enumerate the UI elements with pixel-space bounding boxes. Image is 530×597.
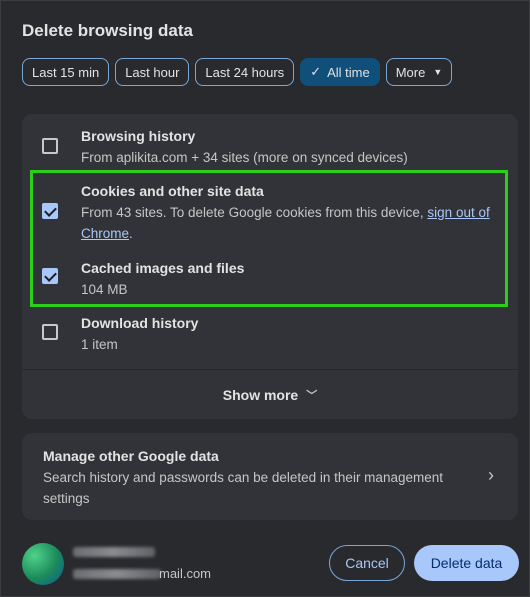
download-history-title: Download history — [81, 315, 199, 331]
check-icon: ✓ — [310, 64, 322, 79]
row-cookies[interactable]: Cookies and other site data From 43 site… — [22, 172, 518, 244]
cookies-subtitle: From 43 sites. To delete Google cookies … — [81, 205, 490, 241]
chevron-down-icon: ﹀ — [306, 389, 318, 402]
data-types-card: Browsing history From aplikita.com + 34 … — [22, 114, 518, 419]
browsing-history-title: Browsing history — [81, 128, 196, 144]
cancel-button[interactable]: Cancel — [329, 545, 405, 581]
manage-subtitle: Search history and passwords can be dele… — [43, 470, 443, 506]
delete-data-button[interactable]: Delete data — [414, 545, 519, 581]
chip-last-hour[interactable]: Last hour — [115, 58, 190, 86]
chip-last-24-hours[interactable]: Last 24 hours — [195, 58, 295, 86]
row-cached-images[interactable]: Cached images and files 104 MB — [22, 249, 518, 305]
row-browsing-history[interactable]: Browsing history From aplikita.com + 34 … — [22, 114, 518, 170]
checkbox-download-history[interactable] — [42, 324, 58, 340]
cached-images-title: Cached images and files — [81, 260, 245, 276]
checkbox-cookies[interactable] — [42, 203, 58, 219]
manage-google-data-row[interactable]: Manage other Google data Search history … — [22, 433, 518, 520]
manage-title: Manage other Google data — [43, 448, 219, 464]
account-name-redacted — [73, 547, 155, 557]
chip-all-time[interactable]: ✓ All time — [300, 58, 380, 86]
account-email-suffix: mail.com — [159, 566, 212, 581]
dialog-title: Delete browsing data — [22, 21, 193, 40]
caret-down-icon: ▼ — [433, 67, 443, 77]
checkbox-browsing-history[interactable] — [42, 138, 58, 154]
time-range-chips: Last 15 min Last hour Last 24 hours ✓ Al… — [22, 58, 453, 86]
browsing-history-subtitle: From aplikita.com + 34 sites (more on sy… — [81, 150, 408, 165]
show-more-button[interactable]: Show more ﹀ — [22, 370, 518, 419]
chip-last-15-min[interactable]: Last 15 min — [22, 58, 110, 86]
delete-browsing-data-dialog: Delete browsing data Last 15 min Last ho… — [0, 0, 530, 597]
chevron-right-icon: › — [488, 465, 494, 485]
download-history-subtitle: 1 item — [81, 337, 118, 352]
avatar — [22, 543, 64, 585]
chip-more-dropdown[interactable]: More ▼ — [385, 58, 453, 86]
account-email-redacted — [73, 569, 161, 579]
cached-images-subtitle: 104 MB — [81, 282, 128, 297]
checkbox-cached-images[interactable] — [42, 268, 58, 284]
cookies-title: Cookies and other site data — [81, 183, 264, 199]
row-download-history[interactable]: Download history 1 item — [22, 309, 518, 367]
